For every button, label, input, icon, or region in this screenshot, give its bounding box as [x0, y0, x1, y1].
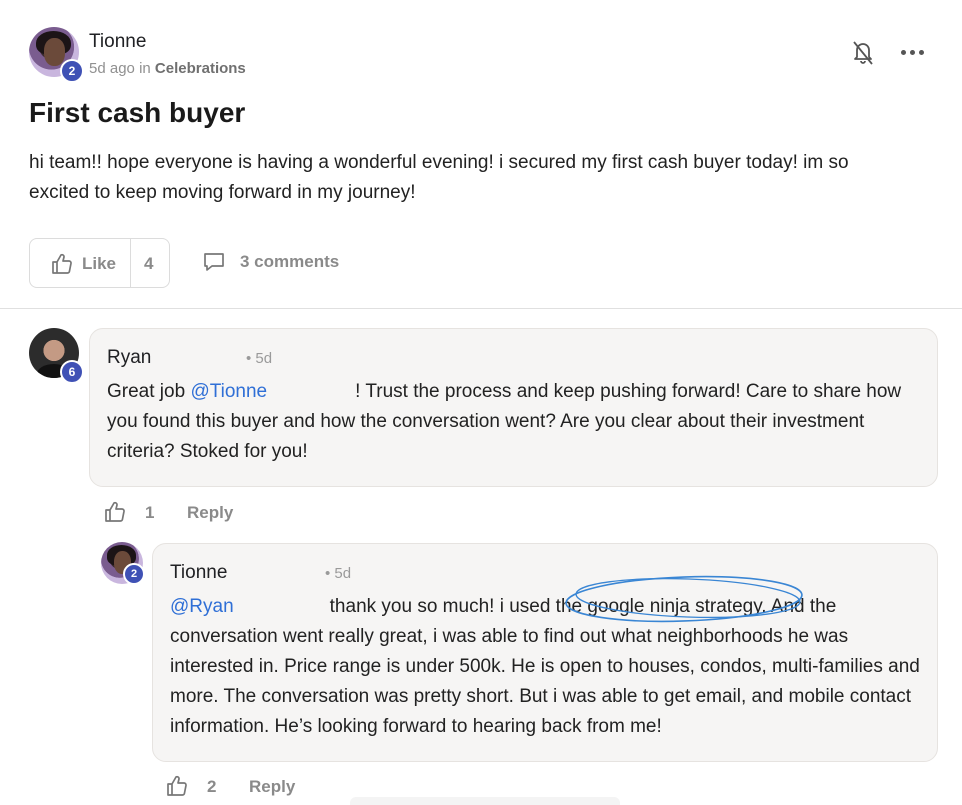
comment-like-count: 1 [145, 503, 155, 522]
like-count[interactable]: 4 [144, 254, 153, 274]
comment-like-count: 2 [207, 777, 217, 796]
reply-button[interactable]: Reply [187, 503, 233, 523]
comment-time: • 5d [246, 350, 273, 367]
post-meta: 5d ago in Celebrations [89, 60, 246, 77]
more-horizontal-icon[interactable] [899, 45, 927, 59]
level-badge: 6 [60, 360, 84, 384]
level-badge: 2 [123, 563, 145, 585]
comment-text: @Ryan thank you so much! i used the googl… [170, 592, 930, 742]
post-header: 2 Tionne 5d ago in Celebrations [29, 27, 934, 83]
level-badge: 2 [60, 59, 84, 83]
comment-text-prefix: Great job [107, 381, 186, 402]
thumbs-up-icon [52, 253, 72, 274]
bell-off-icon[interactable] [851, 40, 875, 66]
comment-bubble: Ryan • 5d Great job @Tionne ! Trust the p… [89, 328, 938, 487]
comment-time: • 5d [325, 565, 352, 582]
comment-actions: 1 Reply [103, 500, 243, 526]
reply-button[interactable]: Reply [249, 777, 295, 797]
comment-icon [204, 253, 224, 271]
post-in-word: in [139, 60, 151, 77]
comment-text-rest: conversation went really great, i was ab… [170, 626, 920, 737]
comment-actions: 2 Reply [165, 774, 305, 800]
post-page: 2 Tionne 5d ago in Celebrations First ca… [0, 0, 962, 805]
comment-text: Great job @Tionne ! Trust the process and… [107, 377, 927, 467]
comments-button[interactable]: 3 comments [202, 249, 352, 275]
post-time: 5d ago [89, 60, 135, 77]
comment-text-line1: ! Trust the process and keep pushing for… [355, 381, 862, 402]
post-title: First cash buyer [29, 97, 246, 128]
thumbs-up-icon[interactable] [103, 500, 127, 524]
comment-text-line1: thank you so much! i used the google nin… [329, 596, 837, 617]
like-label: Like [82, 254, 117, 273]
post-body: hi team!! hope everyone is having a wond… [29, 152, 849, 203]
comment-author[interactable]: Ryan [107, 347, 151, 369]
mention-link[interactable]: @Tionne [190, 381, 267, 402]
comments-label: 3 comments [240, 252, 340, 271]
like-box: Like 4 [29, 238, 170, 288]
author-name[interactable]: Tionne [89, 31, 146, 53]
comment-bubble: Tionne • 5d @Ryan thank you so much! i us… [152, 543, 938, 762]
scroll-edge [350, 797, 620, 805]
divider [0, 308, 962, 309]
comment-author[interactable]: Tionne [170, 562, 227, 584]
like-button[interactable]: Like [30, 239, 131, 287]
thumbs-up-icon[interactable] [165, 774, 189, 798]
post-category[interactable]: Celebrations [155, 60, 246, 77]
mention-link[interactable]: @Ryan [170, 596, 234, 617]
